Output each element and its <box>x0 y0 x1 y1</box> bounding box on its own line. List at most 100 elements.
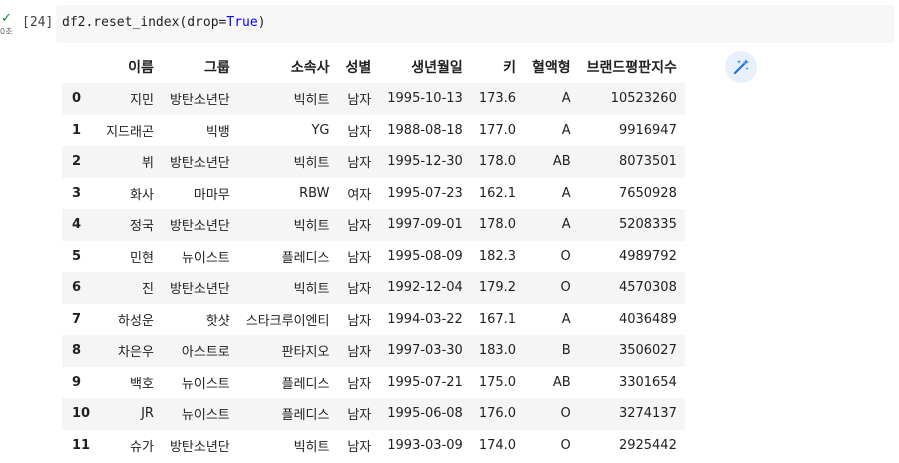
column-header: 그룹 <box>203 60 230 76</box>
table-body: 0 지민 방탄소년단 빅히트 남자 1995-10-13 173.6 A 10523260 1 지드… <box>62 83 685 461</box>
table-cell: 플레디스 <box>281 250 330 266</box>
table-cell: 1988-08-18 <box>387 122 463 138</box>
table-cell: 판타지오 <box>281 345 330 361</box>
table-cell: 178.0 <box>478 154 517 170</box>
table-cell: 지민 <box>130 93 154 109</box>
table-cell: 마마무 <box>193 187 230 203</box>
table-cell: 남자 <box>347 156 372 172</box>
row-index: 4 <box>72 217 82 233</box>
table-cell: 민현 <box>130 250 154 266</box>
table-cell: A <box>561 91 571 107</box>
table-cell: 빅히트 <box>293 156 330 172</box>
table-cell: 여자 <box>347 187 372 203</box>
table-cell: 빅히트 <box>293 93 330 109</box>
column-header: 생년월일 <box>411 60 463 76</box>
table-cell: 뷔 <box>141 156 154 172</box>
table-cell: 1994-03-22 <box>387 311 463 327</box>
table-row: 9 백호 뉴이스트 플레디스 남자 1995-07-21 175.0 AB 3301654 <box>62 367 685 399</box>
table-cell: 하성운 <box>118 313 154 329</box>
table-cell: 4989792 <box>618 248 677 264</box>
table-cell: A <box>561 311 571 327</box>
table-row: 2 뷔 방탄소년단 빅히트 남자 1995-12-30 178.0 AB 8073501 <box>62 146 685 178</box>
table-cell: 차은우 <box>118 345 154 361</box>
table-cell: 남자 <box>347 282 372 298</box>
table-cell: 남자 <box>347 345 372 361</box>
table-cell: 3274137 <box>618 406 677 422</box>
magic-wand-icon <box>733 59 749 75</box>
table-cell: 아스트로 <box>181 345 230 361</box>
magic-wand-button[interactable] <box>725 51 757 83</box>
table-cell: 4570308 <box>618 280 677 296</box>
table-cell: 4036489 <box>618 311 677 327</box>
table-cell: 남자 <box>347 219 372 235</box>
table-cell: 방탄소년단 <box>169 93 230 109</box>
table-cell: 뉴이스트 <box>181 250 230 266</box>
table-header-row: 이름 그룹 소속사 성별 생년월일 키 혈액형 브랜드평판지수 <box>62 51 685 83</box>
table-cell: RBW <box>299 185 330 201</box>
table-cell: 167.1 <box>478 311 517 327</box>
table-cell: O <box>560 248 571 264</box>
table-cell: 1995-08-09 <box>387 248 463 264</box>
table-cell: 빅히트 <box>293 282 330 298</box>
table-cell: 2925442 <box>618 437 677 453</box>
row-index: 9 <box>72 374 82 390</box>
table-cell: 8073501 <box>618 154 677 170</box>
column-header: 브랜드평판지수 <box>586 60 677 76</box>
table-cell: 플레디스 <box>281 408 330 424</box>
table-cell: A <box>561 185 571 201</box>
execution-count[interactable]: [24] <box>22 13 53 33</box>
row-index: 3 <box>72 185 82 201</box>
table-cell: 176.0 <box>478 406 517 422</box>
column-header: 키 <box>503 60 517 76</box>
code-line[interactable]: df2.reset_index(drop=True) <box>62 13 266 33</box>
table-cell: 1992-12-04 <box>387 280 463 296</box>
code-text-close: ) <box>257 15 266 30</box>
table-cell: 빅히트 <box>293 219 330 235</box>
table-cell: 뉴이스트 <box>181 376 230 392</box>
table-cell: 10523260 <box>610 91 677 107</box>
table-cell: 빅히트 <box>293 439 330 455</box>
table-cell: 방탄소년단 <box>169 219 230 235</box>
execution-time: 0초 <box>0 27 13 36</box>
table-cell: 179.2 <box>478 280 517 296</box>
table-cell: 174.0 <box>478 437 517 453</box>
table-cell: 슈가 <box>130 439 154 455</box>
table-cell: 177.0 <box>478 122 517 138</box>
code-cell-input[interactable]: df2.reset_index(drop=True) <box>56 5 894 43</box>
cell-gutter: ✓ 0초 <box>0 12 20 42</box>
table-cell: 175.0 <box>478 374 517 390</box>
table-cell: 182.3 <box>478 248 517 264</box>
table-cell: 1993-03-09 <box>387 437 463 453</box>
table-row: 1 지드래곤 빅뱅 YG 남자 1988-08-18 177.0 A 9916947 <box>62 115 685 147</box>
table-cell: O <box>560 437 571 453</box>
check-icon: ✓ <box>1 11 12 26</box>
table-cell: O <box>560 280 571 296</box>
table-row: 5 민현 뉴이스트 플레디스 남자 1995-08-09 182.3 O 4989792 <box>62 241 685 273</box>
row-index: 8 <box>72 343 82 359</box>
table-cell: A <box>561 122 571 138</box>
row-index: 0 <box>72 91 82 107</box>
table-cell: A <box>561 217 571 233</box>
table-cell: 빅뱅 <box>205 124 230 140</box>
column-header <box>62 51 98 83</box>
table-cell: 백호 <box>130 376 154 392</box>
table-cell: 스타크루이엔티 <box>245 313 330 329</box>
table-cell: 진 <box>141 282 154 298</box>
table-cell: O <box>560 406 571 422</box>
table-cell: 남자 <box>347 439 372 455</box>
table-cell: 정국 <box>130 219 154 235</box>
table-cell: 162.1 <box>478 185 517 201</box>
table-cell: YG <box>311 122 330 138</box>
table-cell: 핫샷 <box>205 313 230 329</box>
column-header: 소속사 <box>290 60 330 76</box>
table-cell: 남자 <box>347 376 372 392</box>
table-cell: 플레디스 <box>281 376 330 392</box>
column-header: 성별 <box>345 60 372 76</box>
table-cell: 화사 <box>130 187 154 203</box>
table-cell: 9916947 <box>618 122 677 138</box>
table-row: 10 JR 뉴이스트 플레디스 남자 1995-06-08 176.0 O 3274137 <box>62 398 685 430</box>
table-cell: AB <box>552 154 571 170</box>
dataframe-table: 이름 그룹 소속사 성별 생년월일 키 혈액형 브랜드평판지수 0 지민 방탄소년단 빅히트 남자 19… <box>62 51 685 461</box>
table-cell: 방탄소년단 <box>169 156 230 172</box>
table-cell: 173.6 <box>478 91 517 107</box>
